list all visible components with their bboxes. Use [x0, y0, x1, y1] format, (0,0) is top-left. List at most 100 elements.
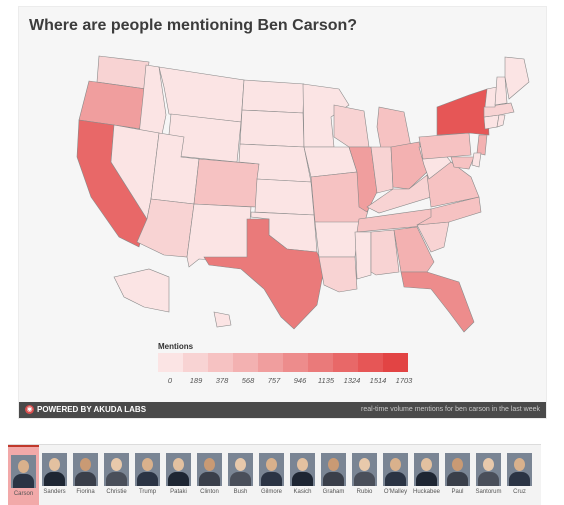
candidate-tab[interactable]: Trump [132, 445, 163, 505]
candidate-name: Cruz [513, 489, 526, 495]
legend-swatch [333, 353, 358, 372]
state-nd[interactable] [241, 79, 305, 114]
candidate-suit [261, 472, 282, 486]
candidate-photo [414, 453, 439, 486]
legend-swatch [258, 353, 283, 372]
candidate-name: Trump [138, 489, 157, 495]
candidate-suit [292, 472, 313, 486]
candidate-tab[interactable]: O'Malley [380, 445, 411, 505]
state-la[interactable] [318, 256, 358, 293]
legend-tick-label: 757 [267, 376, 281, 385]
candidate-suit [168, 472, 189, 486]
legend-swatch [208, 353, 233, 372]
candidate-suit [13, 474, 34, 488]
legend-tick-label: 946 [293, 376, 307, 385]
state-de[interactable] [471, 152, 482, 168]
candidate-tab[interactable]: Santorum [473, 445, 504, 505]
candidate-tab[interactable]: Fiorina [70, 445, 101, 505]
candidate-photo [228, 453, 253, 486]
candidate-name: Bush [233, 489, 248, 495]
candidate-tab[interactable]: Clinton [194, 445, 225, 505]
candidate-suit [199, 472, 220, 486]
state-fl[interactable] [400, 271, 475, 333]
state-ms[interactable] [354, 231, 372, 280]
legend-tick-label: 568 [241, 376, 255, 385]
legend-tick-label: 378 [215, 376, 229, 385]
candidate-suit [75, 472, 96, 486]
candidate-tab[interactable]: Paul [442, 445, 473, 505]
candidate-photo [42, 453, 67, 486]
candidate-face [204, 458, 215, 471]
candidate-suit [230, 472, 251, 486]
state-pa[interactable] [418, 132, 472, 160]
candidate-face [173, 458, 184, 471]
candidate-photo [259, 453, 284, 486]
candidate-face [328, 458, 339, 471]
candidate-tab[interactable]: Pataki [163, 445, 194, 505]
us-choropleth-map [76, 55, 530, 333]
powered-by[interactable]: ◉ POWERED BY AKUDA LABS [25, 405, 146, 414]
state-al[interactable] [370, 229, 400, 276]
legend-swatch [283, 353, 308, 372]
candidate-suit [44, 472, 65, 486]
candidate-tab[interactable]: Bush [225, 445, 256, 505]
state-hi[interactable] [213, 311, 232, 328]
candidate-photo [104, 453, 129, 486]
legend-tick-labels: 0 189 378 568 757 946 1135 1324 1514 1703 [158, 376, 413, 388]
candidate-tab[interactable]: Rubio [349, 445, 380, 505]
candidate-suit [137, 472, 158, 486]
legend-title: Mentions [158, 342, 194, 351]
candidate-face [297, 458, 308, 471]
candidate-name: Carson [13, 491, 34, 497]
legend-swatch [183, 353, 208, 372]
state-me[interactable] [504, 56, 530, 100]
state-ia[interactable] [303, 146, 358, 178]
candidate-name: Huckabee [412, 489, 441, 495]
state-md[interactable] [450, 156, 475, 170]
candidate-photo [445, 453, 470, 486]
candidate-name: Paul [451, 489, 464, 495]
candidate-suit [416, 472, 437, 486]
candidate-suit [447, 472, 468, 486]
state-co[interactable] [193, 158, 260, 208]
candidate-tab[interactable]: Graham [318, 445, 349, 505]
state-wi[interactable] [333, 104, 370, 148]
legend-tick-label: 189 [189, 376, 203, 385]
legend-color-scale [158, 353, 408, 372]
candidate-photo [11, 455, 36, 488]
candidate-selector: Carson Sanders Fiorina Christie Trump Pataki C… [8, 444, 541, 505]
candidate-face [49, 458, 60, 471]
legend-swatch [308, 353, 333, 372]
candidate-photo [321, 453, 346, 486]
state-mt[interactable] [158, 66, 245, 123]
state-shapes [76, 55, 530, 333]
state-nh[interactable] [494, 76, 508, 106]
candidate-photo [166, 453, 191, 486]
state-ny[interactable] [436, 88, 490, 136]
candidate-face [80, 458, 91, 471]
state-ak[interactable] [113, 268, 170, 313]
legend-tick-label: 1324 [343, 376, 361, 385]
state-sd[interactable] [239, 109, 305, 148]
powered-by-label: POWERED BY AKUDA LABS [37, 405, 147, 414]
candidate-photo [290, 453, 315, 486]
legend-swatch [358, 353, 383, 372]
candidate-tab[interactable]: Sanders [39, 445, 70, 505]
candidate-name: Christie [106, 489, 127, 495]
footer-bar: ◉ POWERED BY AKUDA LABS real-time volume… [19, 402, 546, 418]
candidate-tab[interactable]: Carson [8, 445, 39, 505]
candidate-tab[interactable]: Cruz [504, 445, 535, 505]
candidate-face [235, 458, 246, 471]
state-ar[interactable] [314, 221, 360, 258]
state-mi[interactable] [376, 106, 412, 150]
candidate-tab[interactable]: Huckabee [411, 445, 442, 505]
legend-tick-label: 1703 [395, 376, 413, 385]
state-ks[interactable] [254, 178, 315, 216]
candidate-photo [476, 453, 501, 486]
candidate-face [111, 458, 122, 471]
candidate-tab[interactable]: Kasich [287, 445, 318, 505]
state-nj[interactable] [476, 134, 488, 156]
candidate-tab[interactable]: Christie [101, 445, 132, 505]
candidate-tab[interactable]: Gilmore [256, 445, 287, 505]
candidate-face [421, 458, 432, 471]
